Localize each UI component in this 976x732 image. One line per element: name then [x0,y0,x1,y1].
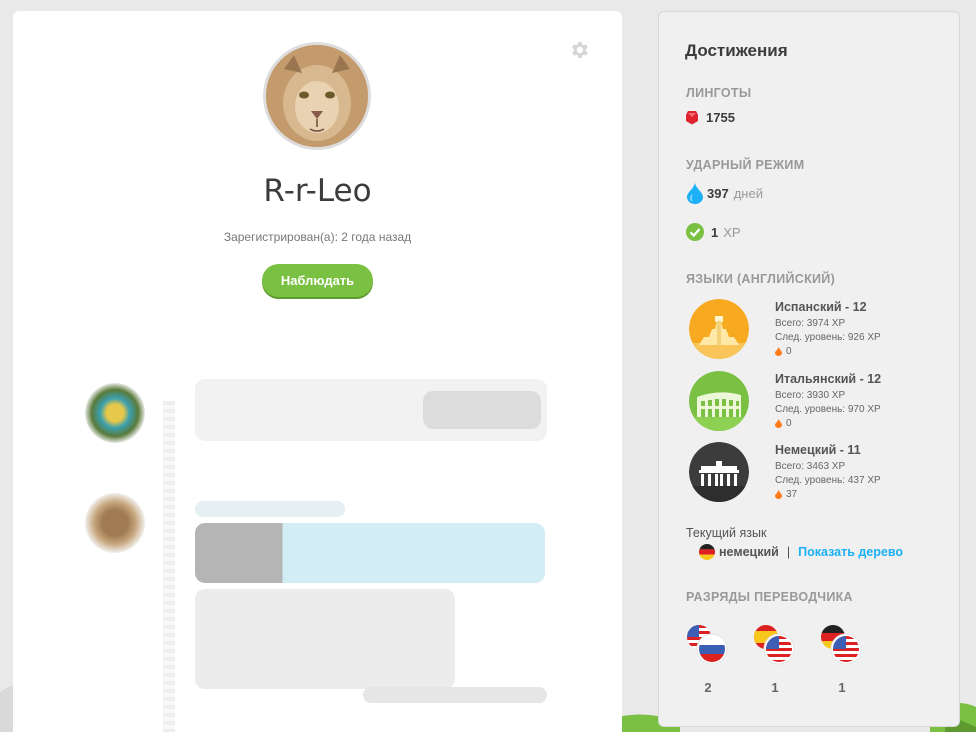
achievements-title: Достижения [685,41,788,60]
language-total-xp: Всего: 3974 XP [775,318,846,329]
language-next-level: След. уровень: 970 XP [775,404,881,415]
spanish-english-flags-icon [754,625,795,665]
stream-avatar[interactable] [85,383,145,443]
translator-tier-en-ru[interactable]: 2 [683,622,733,702]
streak-heading: УДАРНЫЙ РЕЖИМ [686,158,805,172]
xp-value: 1 [711,224,719,240]
streak-row: 397 дней [686,182,763,204]
lingots-heading: ЛИНГОТЫ [686,86,752,100]
streak-days: 397 [707,185,729,201]
cougar-avatar-image [266,45,368,147]
stream-post-blurred [195,523,545,583]
current-language-label: Текущий язык [686,526,767,540]
language-streak-count: 0 [786,418,792,429]
translator-tiers-heading: РАЗРЯДЫ ПЕРЕВОДЧИКА [686,590,853,604]
xp-row: 1 XP [686,223,741,241]
language-streak: 0 [775,418,792,429]
german-gate-icon [689,442,749,502]
follow-button[interactable]: Наблюдать [262,264,373,297]
profile-card: R-r-Leo Зарегистрирован(а): 2 года назад… [13,11,622,732]
checkmark-icon [686,223,704,241]
language-total-xp: Всего: 3463 XP [775,461,846,472]
language-next-level: След. уровень: 926 XP [775,332,881,343]
language-streak: 0 [775,346,792,357]
tier-count: 1 [838,680,846,695]
flame-icon [775,419,782,428]
username: R-r-Leo [263,173,372,209]
language-next-level: След. уровень: 437 XP [775,475,881,486]
stream-post-blurred [195,501,345,517]
lingots-count: 1755 [706,110,735,125]
flame-icon [775,490,782,499]
show-tree-link[interactable]: Показать дерево [798,545,903,559]
stream-avatar[interactable] [85,493,145,553]
current-language-name: немецкий [719,545,779,559]
languages-heading: ЯЗЫКИ (АНГЛИЙСКИЙ) [686,272,836,286]
avatar [263,42,371,150]
tier-count: 2 [704,680,712,695]
language-streak-count: 37 [786,489,798,500]
registered-date: Зарегистрирован(а): 2 года назад [223,230,412,244]
language-item-german[interactable]: Немецкий - 11 Всего: 3463 XP След. урове… [689,442,949,508]
lingots-row: 1755 [686,110,735,125]
stream-post-blurred [423,391,541,429]
flame-icon [775,347,782,356]
translator-tier-de-en[interactable]: 1 [817,622,867,702]
streak-unit: дней [733,185,763,201]
xp-unit: XP [723,224,741,240]
english-russian-flags-icon [687,625,728,665]
language-item-spanish[interactable]: Испанский - 12 Всего: 3974 XP След. уров… [689,299,949,365]
stream-post-blurred [195,589,455,689]
spanish-pyramid-icon [689,299,749,359]
separator: | [786,545,791,559]
settings-gear-icon[interactable] [568,39,590,61]
language-total-xp: Всего: 3930 XP [775,390,846,401]
german-english-flags-icon [821,625,862,665]
german-flag-icon [699,544,715,560]
activity-timeline [163,401,175,732]
current-language-row: немецкий | Показать дерево [699,544,903,560]
language-streak: 37 [775,489,797,500]
language-streak-count: 0 [786,346,792,357]
language-name: Итальянский - 12 [775,372,882,386]
achievements-panel: Достижения ЛИНГОТЫ 1755 УДАРНЫЙ РЕЖИМ 39… [658,11,960,727]
tier-count: 1 [771,680,779,695]
translator-tier-es-en[interactable]: 1 [750,622,800,702]
water-drop-icon [687,182,703,204]
italian-colosseum-icon [689,371,749,431]
language-name: Немецкий - 11 [775,443,861,457]
language-item-italian[interactable]: Итальянский - 12 Всего: 3930 XP След. ур… [689,371,949,437]
language-name: Испанский - 12 [775,300,867,314]
lingot-icon [686,111,698,125]
stream-post-blurred [363,687,547,703]
